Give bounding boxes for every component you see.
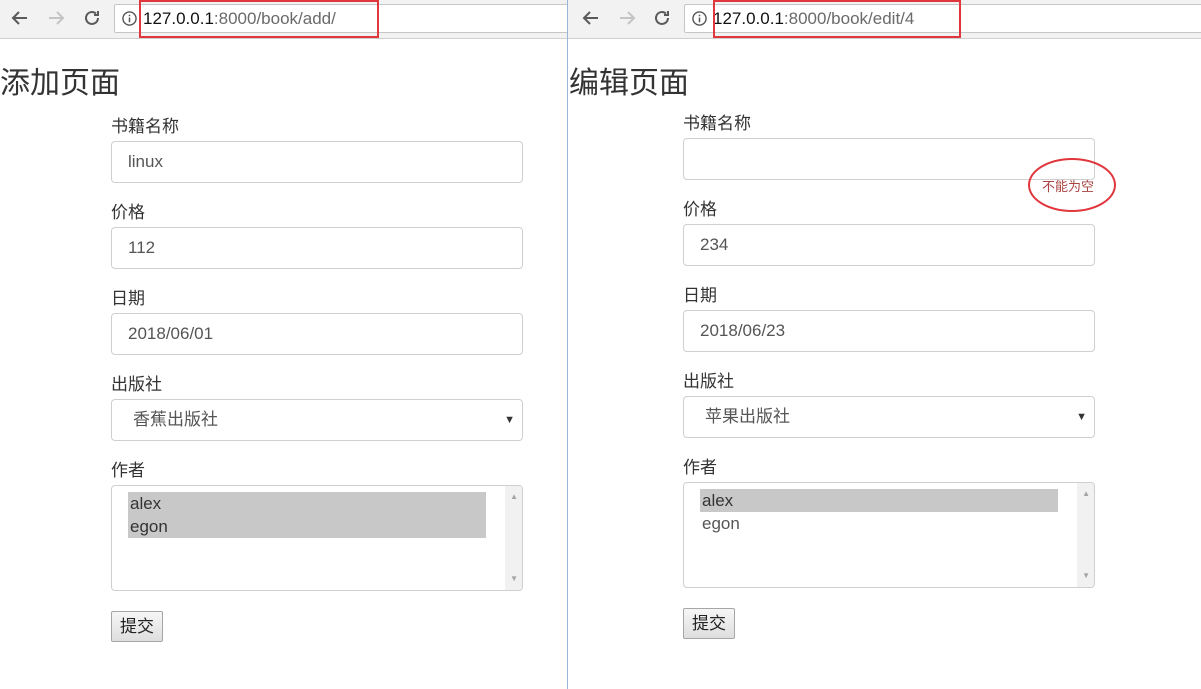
forward-arrow-icon [49, 11, 65, 25]
dropdown-arrow-icon: ▼ [1076, 411, 1087, 423]
name-input[interactable] [683, 138, 1095, 180]
reload-button[interactable] [651, 7, 673, 29]
author-option[interactable]: alex [128, 492, 486, 515]
name-label: 书籍名称 [111, 117, 179, 136]
scroll-down-icon[interactable]: ▼ [1082, 571, 1090, 581]
authors-multiselect[interactable]: alex egon ▲ ▼ [111, 485, 523, 591]
url-path: :8000/book/edit/4 [783, 9, 915, 28]
publisher-selected-value: 苹果出版社 [705, 407, 790, 426]
author-option[interactable]: egon [700, 512, 1058, 535]
url-host: 127.0.0.1 [143, 9, 214, 28]
forward-button[interactable] [616, 7, 638, 29]
name-error-message: 不能为空 [1042, 179, 1095, 194]
reload-button[interactable] [81, 7, 103, 29]
author-option[interactable]: egon [128, 515, 486, 538]
name-input[interactable] [111, 141, 523, 183]
authors-label: 作者 [683, 458, 717, 477]
url-path: :8000/book/add/ [213, 9, 336, 28]
page-title: 添加页面 [0, 67, 120, 100]
reload-icon [655, 10, 669, 25]
submit-button[interactable]: 提交 [683, 608, 735, 639]
back-arrow-icon [582, 11, 598, 25]
authors-multiselect[interactable]: alex egon ▲ ▼ [683, 482, 1095, 588]
dropdown-arrow-icon: ▼ [504, 414, 515, 426]
date-label: 日期 [683, 286, 717, 305]
address-bar[interactable]: 127.0.0.1:8000/book/add/ [114, 4, 567, 33]
info-icon [122, 11, 137, 26]
url-host: 127.0.0.1 [713, 9, 784, 28]
url-text: 127.0.0.1:8000/book/add/ [143, 9, 336, 29]
submit-button[interactable]: 提交 [111, 611, 163, 642]
book-form: 书籍名称 价格 日期 出版社 香蕉出版社 ▼ 作者 alexegon ▲ ▼ 提… [111, 117, 523, 642]
publisher-select[interactable]: 香蕉出版社 ▼ [111, 399, 523, 441]
price-label: 价格 [111, 203, 145, 222]
publisher-selected-value: 香蕉出版社 [133, 410, 218, 429]
back-button[interactable] [9, 7, 31, 29]
price-input[interactable] [111, 227, 523, 269]
address-bar[interactable]: 127.0.0.1:8000/book/edit/4 [684, 4, 1201, 33]
browser-window-edit: 127.0.0.1:8000/book/edit/4 编辑页面 书籍名称 价格 … [568, 0, 1201, 689]
browser-toolbar: 127.0.0.1:8000/book/edit/4 [568, 0, 1201, 39]
reload-icon [85, 10, 99, 25]
page-title: 编辑页面 [569, 67, 689, 100]
back-arrow-icon [11, 11, 27, 25]
author-option[interactable]: alex [700, 489, 1058, 512]
price-input[interactable] [683, 224, 1095, 266]
authors-label: 作者 [111, 461, 145, 480]
publisher-label: 出版社 [683, 372, 734, 391]
forward-arrow-icon [620, 11, 636, 25]
date-input[interactable] [111, 313, 523, 355]
date-label: 日期 [111, 289, 145, 308]
info-icon [692, 11, 707, 26]
date-input[interactable] [683, 310, 1095, 352]
browser-toolbar: 127.0.0.1:8000/book/add/ [0, 0, 567, 39]
scrollbar[interactable]: ▲ ▼ [505, 486, 522, 590]
scrollbar[interactable]: ▲ ▼ [1077, 483, 1094, 587]
publisher-label: 出版社 [111, 375, 162, 394]
price-label: 价格 [683, 200, 717, 219]
forward-button[interactable] [45, 7, 67, 29]
scroll-up-icon[interactable]: ▲ [1082, 489, 1090, 499]
scroll-down-icon[interactable]: ▼ [510, 574, 518, 584]
url-text: 127.0.0.1:8000/book/edit/4 [713, 9, 914, 29]
back-button[interactable] [580, 7, 602, 29]
book-form: 书籍名称 价格 日期 出版社 苹果出版社 ▼ 作者 alexegon ▲ ▼ 提… [683, 114, 1095, 639]
authors-options: alex egon [128, 492, 486, 538]
scroll-up-icon[interactable]: ▲ [510, 492, 518, 502]
authors-options: alex egon [700, 489, 1058, 535]
publisher-select[interactable]: 苹果出版社 ▼ [683, 396, 1095, 438]
name-label: 书籍名称 [683, 114, 751, 133]
browser-window-add: 127.0.0.1:8000/book/add/ 添加页面 书籍名称 价格 日期… [0, 0, 567, 689]
